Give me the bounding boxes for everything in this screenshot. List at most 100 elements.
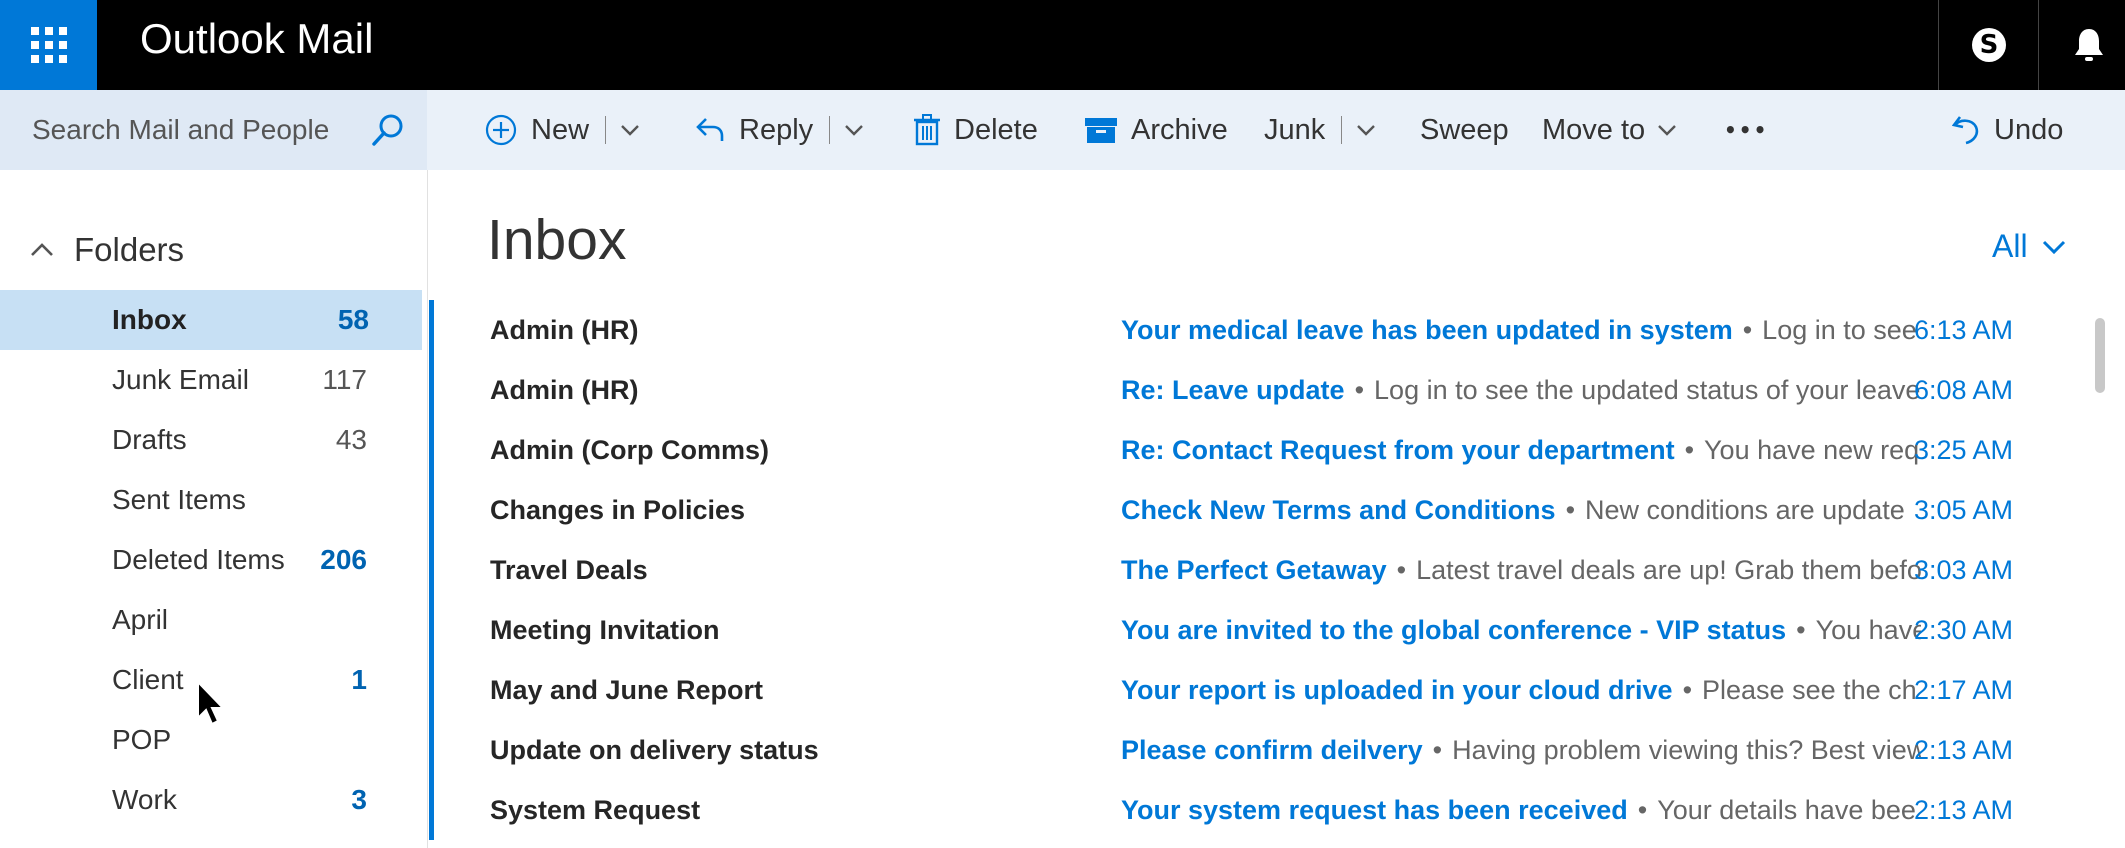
command-bar: New Reply Delete Archive Junk Sweep Move… [427, 90, 2125, 170]
message-subject: Re: Leave update [1121, 375, 1345, 405]
message-time: 2:30 AM [1913, 615, 2013, 645]
message-preview: Your details have bee [1657, 795, 1916, 825]
search-icon[interactable] [370, 112, 406, 148]
delete-label: Delete [954, 113, 1038, 146]
folder-name: Work [112, 784, 177, 815]
message-sender: Update on delivery status [490, 735, 819, 765]
undo-button[interactable]: Undo [1952, 90, 2063, 170]
unread-indicator [429, 720, 434, 780]
app-launcher-icon [30, 27, 67, 63]
skype-icon: S [1972, 28, 2006, 62]
folder-count: 3 [351, 784, 367, 815]
delete-button[interactable]: Delete [914, 90, 1038, 170]
filter-label: All [1992, 228, 2028, 264]
folder-count: 58 [337, 304, 369, 335]
junk-label: Junk [1264, 113, 1326, 146]
scrollbar-thumb[interactable] [2095, 318, 2105, 393]
message-sender: System Request [490, 795, 701, 825]
message-subject: Check New Terms and Conditions [1121, 495, 1556, 525]
folder-name: POP [112, 724, 172, 755]
folder-sent-items[interactable]: Sent Items [0, 470, 420, 530]
folder-work[interactable]: Work 3 [0, 770, 420, 830]
folder-inbox[interactable]: Inbox 58 [0, 290, 422, 350]
message-subject: Your system request has been received [1121, 795, 1628, 825]
message-time: 3:03 AM [1913, 555, 2013, 585]
folder-count: 206 [320, 544, 367, 575]
message-row[interactable]: Update on delivery status Please confirm… [429, 720, 2069, 780]
mouse-cursor-icon [197, 680, 226, 726]
app-launcher-button[interactable] [0, 0, 97, 90]
folder-april[interactable]: April [0, 590, 420, 650]
message-sender: Admin (Corp Comms) [490, 435, 769, 465]
message-time: 3:25 AM [1913, 435, 2013, 465]
message-preview: Log in to see the updated status of your… [1374, 375, 1921, 405]
folder-count: 117 [322, 364, 367, 395]
unread-indicator [429, 780, 434, 840]
message-sender: Admin (HR) [490, 315, 639, 345]
archive-icon [1085, 118, 1117, 143]
search-input[interactable]: Search Mail and People [32, 90, 329, 170]
message-subject: Re: Contact Request from your department [1121, 435, 1675, 465]
filter-dropdown[interactable]: All [1992, 228, 2066, 265]
app-title: Outlook Mail [140, 15, 374, 62]
folder-count: 1 [351, 664, 367, 695]
message-row[interactable]: Admin (HR) Re: Leave update • Log in to se… [429, 360, 2069, 420]
unread-indicator [429, 660, 434, 720]
message-sender: Admin (HR) [490, 375, 639, 405]
message-subject: You are invited to the global conference… [1121, 615, 1787, 645]
junk-button[interactable]: Junk [1264, 90, 1390, 170]
undo-label: Undo [1994, 113, 2064, 146]
message-preview: Latest travel deals are up! Grab them be… [1416, 555, 1921, 585]
message-row[interactable]: Admin (Corp Comms) Re: Contact Request f… [429, 420, 2069, 480]
archive-label: Archive [1131, 113, 1228, 146]
message-time: 6:08 AM [1913, 375, 2013, 405]
notifications-button[interactable] [2038, 0, 2125, 90]
message-preview: New conditions are update [1585, 495, 1905, 525]
folder-deleted-items[interactable]: Deleted Items 206 [0, 530, 420, 590]
folder-name: April [112, 604, 169, 635]
chevron-down-icon[interactable] [1356, 124, 1376, 136]
message-preview: Please see the ch [1702, 675, 1917, 705]
folder-name: Deleted Items [112, 544, 285, 575]
chevron-down-icon[interactable] [620, 124, 640, 136]
new-button[interactable]: New [485, 90, 654, 170]
pane-divider[interactable] [427, 170, 428, 848]
search-box[interactable]: Search Mail and People [0, 90, 427, 170]
message-time: 2:13 AM [1913, 735, 2013, 765]
unread-indicator [429, 480, 434, 540]
message-time: 3:05 AM [1913, 495, 2013, 525]
message-row[interactable]: Changes in Policies Check New Terms and … [429, 480, 2069, 540]
unread-indicator [429, 300, 434, 360]
message-preview: You have new req [1704, 435, 1920, 465]
unread-indicator [429, 600, 434, 660]
reply-button[interactable]: Reply [695, 90, 878, 170]
folder-drafts[interactable]: Drafts 43 [0, 410, 420, 470]
message-row[interactable]: Meeting Invitation You are invited to th… [429, 600, 2069, 660]
bell-icon [2075, 29, 2103, 61]
more-actions-button[interactable]: ••• [1724, 90, 1768, 170]
sweep-label: Sweep [1420, 113, 1509, 146]
message-time: 6:13 AM [1913, 315, 2013, 345]
more-icon: ••• [1724, 118, 1769, 142]
chevron-down-icon [1658, 125, 1677, 136]
skype-button[interactable]: S [1938, 0, 2039, 90]
message-row[interactable]: Travel Deals The Perfect Getaway • Latest … [429, 540, 2069, 600]
message-time: 2:17 AM [1913, 675, 2013, 705]
folder-name: Sent Items [112, 484, 246, 515]
chevron-down-icon[interactable] [844, 124, 864, 136]
chevron-down-icon [2042, 240, 2065, 254]
folders-heading: Folders [74, 231, 185, 268]
message-preview: Having problem viewing this? Best view [1452, 735, 1921, 765]
message-row[interactable]: Admin (HR) Your medical leave has been u… [429, 300, 2069, 360]
folder-name: Client [112, 664, 184, 695]
new-label: New [531, 113, 590, 146]
move-to-button[interactable]: Move to [1542, 90, 1691, 170]
folder-junk-email[interactable]: Junk Email 117 [0, 350, 420, 410]
sweep-button[interactable]: Sweep [1420, 90, 1509, 170]
folder-name: Junk Email [112, 364, 249, 395]
folders-header[interactable]: Folders [30, 230, 184, 270]
plus-circle-icon [485, 114, 517, 146]
archive-button[interactable]: Archive [1085, 90, 1228, 170]
message-row[interactable]: May and June Report Your report is uploa… [429, 660, 2069, 720]
message-row[interactable]: System Request Your system request has b… [429, 780, 2069, 840]
